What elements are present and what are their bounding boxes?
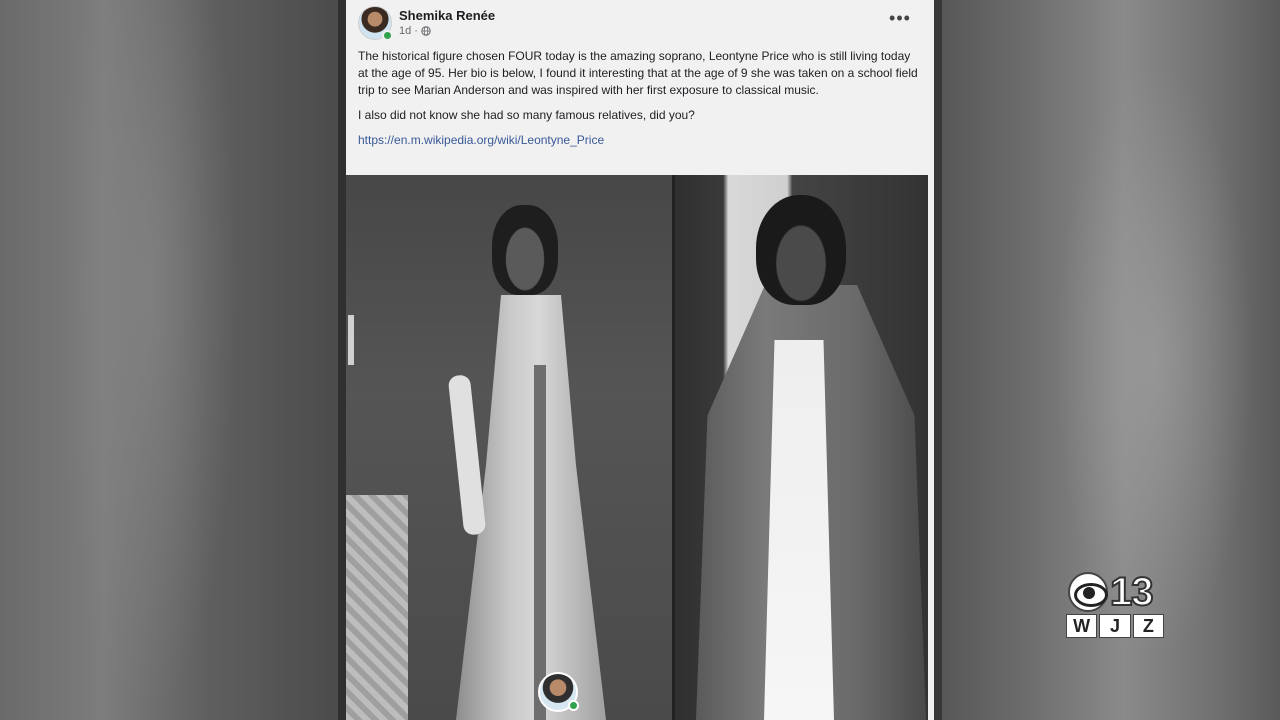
call-letter: Z bbox=[1132, 614, 1164, 638]
photo-divider bbox=[672, 175, 675, 720]
draped-table bbox=[346, 495, 408, 720]
eye-logo-icon bbox=[1068, 572, 1108, 612]
blurred-background-left bbox=[0, 0, 346, 720]
post-header: Shemika Renée 1d · ••• bbox=[346, 0, 934, 44]
author-name[interactable]: Shemika Renée bbox=[399, 8, 495, 23]
post-photo[interactable] bbox=[346, 175, 928, 720]
call-letter: W bbox=[1066, 614, 1098, 638]
figure-right-gown bbox=[764, 340, 834, 720]
globe-icon bbox=[421, 26, 431, 36]
figure-right-head bbox=[756, 195, 846, 305]
station-logo: 13 W J Z bbox=[1066, 569, 1166, 640]
wikipedia-link[interactable]: https://en.m.wikipedia.org/wiki/Leontyne… bbox=[358, 133, 604, 147]
logo-channel-number: 13 bbox=[1109, 569, 1154, 615]
facebook-post-card: Shemika Renée 1d · ••• The historical fi… bbox=[346, 0, 934, 720]
call-letter: J bbox=[1099, 614, 1131, 638]
figure-left-head bbox=[492, 205, 558, 295]
figure-left-gown-trim bbox=[534, 365, 546, 720]
post-body: The historical figure chosen FOUR today … bbox=[358, 48, 918, 149]
logo-call-letters: W J Z bbox=[1066, 614, 1164, 638]
more-options-icon[interactable]: ••• bbox=[888, 9, 912, 30]
card-shadow-left bbox=[338, 0, 346, 720]
online-status-dot bbox=[382, 30, 393, 41]
post-paragraph-2: I also did not know she had so many famo… bbox=[358, 108, 695, 122]
separator-dot: · bbox=[414, 25, 418, 37]
commenter-online-dot bbox=[568, 700, 579, 711]
post-paragraph-1: The historical figure chosen FOUR today … bbox=[358, 49, 918, 97]
candle bbox=[348, 315, 354, 365]
card-shadow-right bbox=[934, 0, 942, 720]
post-meta: 1d · bbox=[399, 25, 431, 37]
post-time[interactable]: 1d bbox=[399, 25, 411, 37]
